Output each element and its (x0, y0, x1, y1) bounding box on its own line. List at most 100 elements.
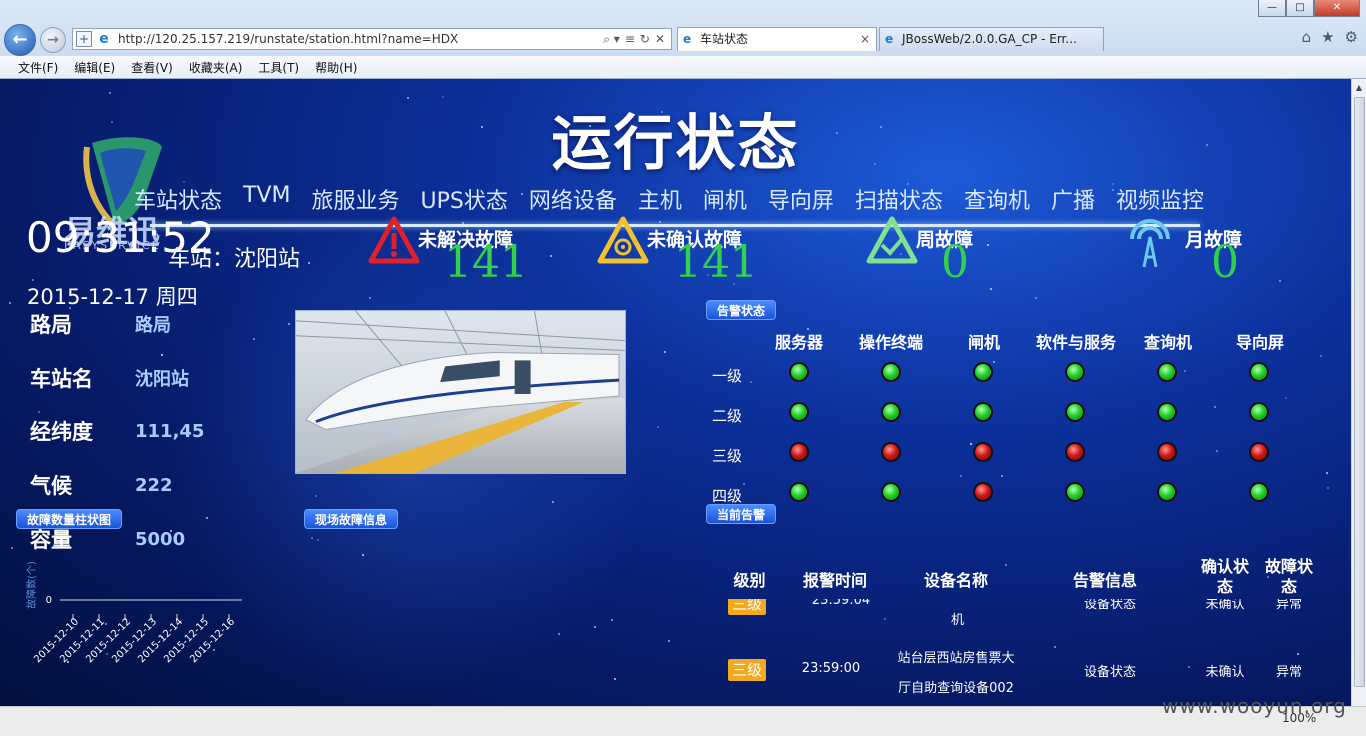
station-label: 车站：沈阳站 (168, 247, 301, 272)
nav-scan-status[interactable]: 扫描状态 (855, 183, 943, 215)
tab-label: JBossWeb/2.0.0.GA_CP - Err... (902, 32, 1077, 46)
status-lamp-green (1157, 362, 1177, 382)
status-lamp-green (1065, 362, 1085, 382)
field-fault-pill[interactable]: 现场故障信息 (304, 509, 399, 529)
star (11, 547, 13, 549)
star (253, 338, 255, 340)
scrollbar-thumb[interactable] (1354, 97, 1365, 687)
status-lamp-green (1065, 402, 1085, 422)
nav-query-machine[interactable]: 查询机 (964, 183, 1030, 215)
ca-device-line1: 站台层西站房售票大 (897, 651, 1015, 666)
status-lamp-green (881, 362, 901, 382)
refresh-icon[interactable]: ↻ (640, 32, 650, 47)
compat-view-icon[interactable]: ≡ (625, 32, 635, 47)
ca-info: 设备状态 (1083, 665, 1136, 680)
star (993, 361, 995, 363)
info-value: 222 (135, 474, 173, 496)
star (38, 411, 40, 413)
status-lamp-green (789, 362, 809, 382)
ca-confirm: 未确认 (1205, 665, 1245, 680)
status-lamp-red (789, 442, 809, 462)
scroll-up-icon[interactable]: ▲ (1352, 79, 1366, 96)
menu-view[interactable]: 查看(V) (131, 59, 173, 76)
nav-broadcast[interactable]: 广播 (1051, 183, 1095, 215)
grid-col-gate: 闸机 (968, 333, 1001, 352)
status-lamp-green (973, 362, 993, 382)
ca-time: 23:59:04 (811, 599, 871, 608)
grid-row-level2: 二级 (712, 407, 743, 425)
forward-button[interactable]: → (40, 27, 66, 53)
stop-icon[interactable]: ✕ (655, 32, 665, 47)
status-lamp-red (1157, 442, 1177, 462)
ca-partial-row[interactable]: 三级 23:59:04 机 设备状态 未确认 异常 (700, 599, 1340, 629)
address-bar[interactable]: + e http://120.25.157.219/runstate/stati… (72, 28, 672, 50)
status-lamp-green (789, 482, 809, 502)
nav-passenger-service[interactable]: 旅服业务 (312, 183, 400, 215)
star (161, 354, 163, 356)
star (1326, 472, 1328, 474)
nav-station-status[interactable]: 车站状态 (134, 183, 222, 215)
tab-station-status[interactable]: e 车站状态 × (677, 27, 877, 51)
maximize-button[interactable]: □ (1286, 0, 1314, 17)
menu-tools[interactable]: 工具(T) (258, 59, 299, 76)
menu-file[interactable]: 文件(F) (18, 59, 58, 76)
info-value: 路局 (135, 315, 171, 336)
warning-triangle-icon (368, 216, 420, 264)
nav-tvm[interactable]: TVM (243, 183, 290, 215)
nav-gate[interactable]: 闸机 (703, 183, 747, 215)
back-button[interactable]: ← (4, 24, 36, 56)
browser-chrome: — □ ✕ ← → + e http://120.25.157.219/runs… (0, 0, 1366, 79)
minimize-button[interactable]: — (1258, 0, 1286, 17)
window-controls: — □ ✕ (1258, 0, 1360, 17)
stat-value-unresolved: 141 (444, 237, 528, 288)
star (987, 244, 989, 246)
ca-info: 设备状态 (1083, 599, 1136, 612)
nav-ups-status[interactable]: UPS状态 (421, 183, 508, 215)
search-dropdown-icon[interactable]: ⌕ ▾ (603, 32, 620, 47)
tab-jboss[interactable]: e JBossWeb/2.0.0.GA_CP - Err... (879, 27, 1104, 51)
ca-level-badge: 三级 (728, 659, 766, 681)
ca-head-info: 告警信息 (1072, 571, 1137, 590)
info-key: 车站名 (30, 367, 93, 391)
ca-fault: 异常 (1275, 599, 1302, 612)
menu-favorites[interactable]: 收藏夹(A) (189, 59, 243, 76)
status-lamp-red (1249, 442, 1269, 462)
main-nav: 车站状态 TVM 旅服业务 UPS状态 网络设备 主机 闸机 导向屏 扫描状态 … (134, 183, 1225, 215)
compat-shield-icon[interactable]: + (76, 31, 92, 47)
star (288, 323, 290, 325)
nav-video-monitor[interactable]: 视频监控 (1116, 183, 1204, 215)
address-url[interactable]: http://120.25.157.219/runstate/station.h… (118, 32, 603, 46)
ca-device: 机 (950, 613, 964, 628)
status-lamp-green (1157, 402, 1177, 422)
star (362, 554, 364, 556)
nav-host[interactable]: 主机 (638, 183, 682, 215)
table-row[interactable]: 三级 23:59:00 站台层西站房售票大 厅自助查询设备002 设备状态 未确… (700, 643, 1340, 699)
home-icon[interactable]: ⌂ (1302, 28, 1312, 46)
star (1214, 406, 1216, 408)
bar-chart-pill[interactable]: 故障数量柱状图 (16, 509, 123, 529)
star (750, 381, 752, 383)
star (9, 302, 11, 304)
nav-network-devices[interactable]: 网络设备 (529, 183, 617, 215)
gear-triangle-icon (597, 216, 649, 264)
grid-row-level4: 四级 (712, 487, 743, 505)
tools-gear-icon[interactable]: ⚙ (1345, 28, 1358, 46)
ca-device-line2: 厅自助查询设备002 (898, 681, 1014, 696)
menu-help[interactable]: 帮助(H) (315, 59, 357, 76)
tab-close-icon[interactable]: × (860, 28, 870, 50)
grid-row-level3: 三级 (712, 447, 743, 465)
current-alarm-pill[interactable]: 当前告警 (706, 504, 777, 524)
status-lamp-green (881, 482, 901, 502)
info-key: 经纬度 (30, 420, 93, 444)
alarm-status-pill[interactable]: 告警状态 (706, 300, 777, 320)
star (960, 475, 962, 477)
nav-guide-screen[interactable]: 导向屏 (768, 183, 834, 215)
close-window-button[interactable]: ✕ (1314, 0, 1360, 17)
favorites-star-icon[interactable]: ★ (1321, 28, 1334, 46)
star (990, 288, 992, 290)
star (369, 297, 371, 299)
vertical-scrollbar[interactable]: ▲ (1351, 79, 1366, 706)
menu-edit[interactable]: 编辑(E) (74, 59, 115, 76)
chart-ylabel: 故障数(个) (25, 561, 38, 609)
status-lamp-red (973, 482, 993, 502)
